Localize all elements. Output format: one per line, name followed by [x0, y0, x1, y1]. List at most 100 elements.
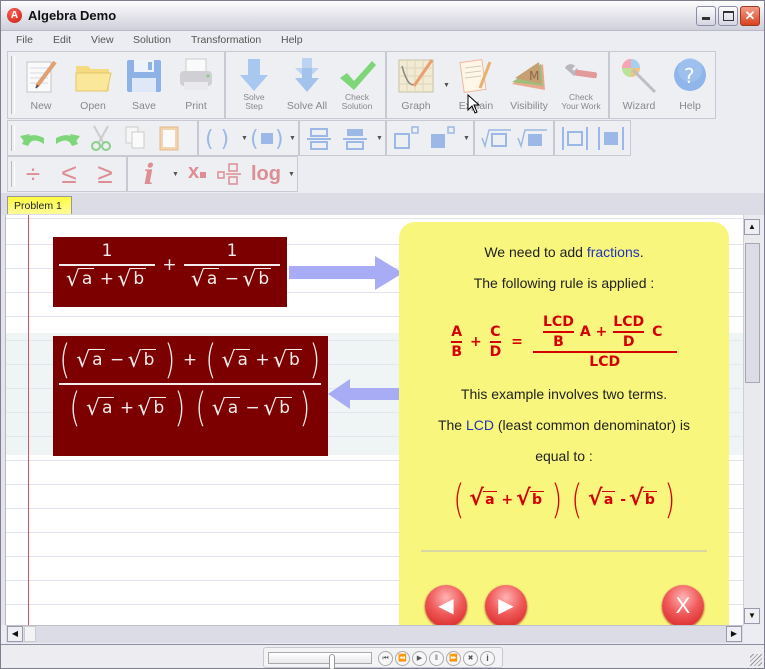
next-step-button[interactable]: ▶	[485, 585, 527, 627]
new-button[interactable]: New	[20, 52, 62, 116]
parentheses-button[interactable]: ( )	[203, 124, 241, 152]
help-button[interactable]: ? Help	[668, 52, 712, 116]
close-explain-button[interactable]: X	[662, 585, 704, 627]
scroll-left-button[interactable]: ◀	[7, 626, 23, 642]
toolbar-grip[interactable]	[11, 161, 15, 187]
undo-button[interactable]	[18, 124, 48, 152]
fractions-link[interactable]: fractions	[587, 244, 640, 260]
power-filled-button[interactable]	[427, 124, 457, 152]
fraction-filled-button[interactable]	[340, 124, 370, 152]
rewind-icon: ⏪	[398, 655, 407, 662]
maximize-button[interactable]	[718, 6, 738, 26]
rewind-button[interactable]: ⏪	[395, 651, 410, 666]
menu-help[interactable]: Help	[281, 34, 303, 46]
visibility-button[interactable]: M Visibility	[505, 52, 553, 116]
log-dropdown-arrow[interactable]: ▼	[288, 171, 295, 178]
mixed-fraction-button[interactable]	[216, 160, 246, 188]
root-toolbar	[474, 120, 554, 156]
divide-button[interactable]: ÷	[18, 160, 48, 188]
solve-toolbar: Solve Step Solve All Check Solution	[225, 51, 386, 119]
menu-view[interactable]: View	[91, 34, 114, 46]
explain-line-3: This example involves two terms.	[460, 386, 668, 402]
explain-line-2: The following rule is applied :	[473, 275, 655, 291]
print-button[interactable]: Print	[174, 52, 218, 116]
wizard-button[interactable]: Wizard	[616, 52, 662, 116]
less-or-equal-button[interactable]: ≤	[54, 160, 84, 188]
new-label: New	[30, 100, 52, 112]
power-dropdown-arrow[interactable]: ▼	[463, 135, 470, 142]
graph-dropdown-arrow[interactable]: ▼	[443, 82, 450, 89]
playback-slider-thumb[interactable]	[329, 654, 335, 669]
subscript-button[interactable]: x	[182, 160, 212, 188]
horizontal-scrollbar[interactable]: ◀ ▶	[6, 625, 743, 643]
greater-or-equal-button[interactable]: ≥	[90, 160, 120, 188]
parentheses-dropdown-arrow[interactable]: ▼	[241, 135, 248, 142]
copy-button[interactable]	[120, 124, 150, 152]
scroll-down-button[interactable]: ▼	[744, 608, 760, 624]
rule-lcd-over-d: LCD D	[613, 314, 645, 350]
explain-line-5: equal to :	[535, 448, 593, 464]
mouse-cursor-icon	[467, 94, 481, 114]
parentheses-box-dropdown-arrow[interactable]: ▼	[289, 135, 296, 142]
check-solution-button[interactable]: Check Solution	[334, 52, 380, 116]
check-your-work-button[interactable]: Check Your Work	[557, 52, 605, 116]
imaginary-dropdown-arrow[interactable]: ▼	[172, 171, 179, 178]
vertical-scroll-thumb[interactable]	[745, 243, 760, 383]
panel-divider	[421, 550, 707, 552]
fraction-dropdown-arrow[interactable]: ▼	[376, 135, 383, 142]
minimize-button[interactable]	[696, 6, 716, 26]
menu-edit[interactable]: Edit	[53, 34, 71, 46]
menu-transformation[interactable]: Transformation	[191, 34, 261, 46]
solve-step-button[interactable]: Solve Step	[232, 52, 276, 116]
close-window-button[interactable]: ✕	[740, 6, 760, 26]
vertical-scrollbar[interactable]: ▲ ▼	[743, 215, 761, 625]
fast-forward-button[interactable]: ⏩	[446, 651, 461, 666]
stop-button[interactable]: ✖	[463, 651, 478, 666]
right-paren: )	[664, 477, 676, 523]
fraction-filled-icon	[343, 129, 367, 150]
menu-file[interactable]: File	[16, 34, 33, 46]
save-button[interactable]: Save	[122, 52, 166, 116]
imaginary-button[interactable]: i	[134, 160, 164, 190]
lcd-link[interactable]: LCD	[466, 417, 494, 433]
radicand: b	[151, 397, 167, 418]
expression-original[interactable]: 1 a + b + 1 a − b	[53, 237, 287, 307]
parentheses-icon: ( )	[205, 127, 229, 152]
redo-button[interactable]	[52, 124, 82, 152]
play-button[interactable]: ▶	[412, 651, 427, 666]
scroll-up-button[interactable]: ▲	[744, 219, 760, 235]
fraction-empty-button[interactable]	[304, 124, 334, 152]
nth-root-empty-button[interactable]	[479, 124, 513, 152]
info-button[interactable]: i	[480, 651, 495, 666]
solve-all-button[interactable]: Solve All	[284, 52, 330, 116]
absolute-filled-button[interactable]	[595, 124, 629, 152]
mixed-fraction-icon	[217, 163, 241, 185]
rule-den: D	[489, 344, 502, 360]
title-bar[interactable]: A Algebra Demo ✕	[1, 1, 764, 31]
open-button[interactable]: Open	[71, 52, 115, 116]
tab-problem-1[interactable]: Problem 1	[7, 196, 72, 214]
cut-button[interactable]	[86, 124, 116, 152]
pause-button[interactable]: ‖	[429, 651, 444, 666]
horizontal-scroll-thumb[interactable]	[24, 626, 36, 642]
graph-button[interactable]: Graph	[391, 52, 441, 116]
resize-grip[interactable]	[750, 654, 762, 666]
radicand: a	[483, 491, 497, 508]
first-step-button[interactable]: ⏮	[378, 651, 393, 666]
toolbar-grip[interactable]	[11, 125, 15, 151]
playback-slider[interactable]	[268, 652, 372, 669]
power-empty-button[interactable]	[391, 124, 421, 152]
graph-label: Graph	[401, 100, 431, 112]
svg-text:?: ?	[684, 64, 695, 88]
parentheses-box-button[interactable]: ()	[249, 124, 289, 152]
expression-result[interactable]: ( a − b ) + ( a + b ) ( a + b	[53, 336, 328, 456]
scroll-right-button[interactable]: ▶	[726, 626, 742, 642]
nth-root-filled-button[interactable]	[515, 124, 549, 152]
absolute-empty-button[interactable]	[559, 124, 593, 152]
paste-button[interactable]	[154, 124, 184, 152]
previous-step-button[interactable]: ◀	[425, 585, 467, 627]
menu-solution[interactable]: Solution	[133, 34, 171, 46]
log-button[interactable]: log	[248, 160, 284, 188]
power-filled-icon	[431, 126, 455, 148]
app-logo-icon: A	[7, 8, 22, 23]
